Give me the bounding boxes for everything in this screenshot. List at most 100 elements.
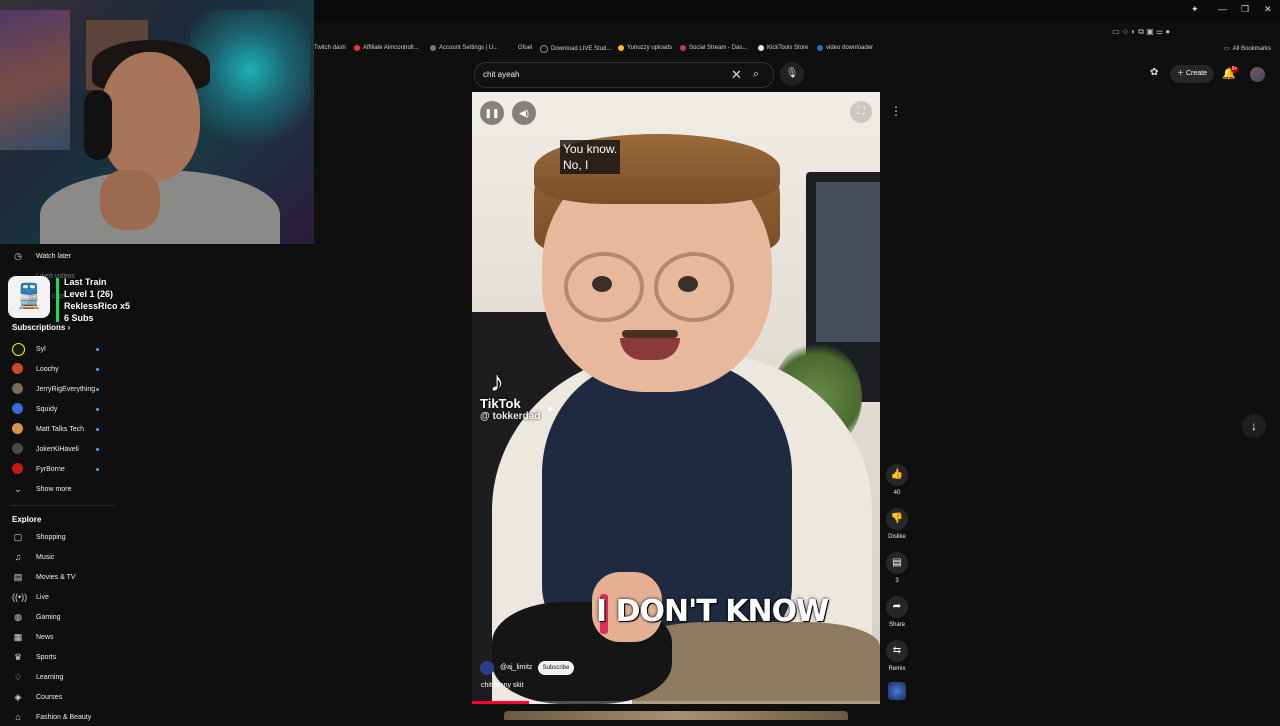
notification-badge: 9+ (1231, 66, 1238, 73)
channel-avatar (12, 383, 23, 394)
volume-icon[interactable]: ◀) (512, 101, 536, 125)
sidebar-item-music[interactable]: ♫ Music (0, 548, 120, 566)
browser-toolbar-icons[interactable]: ▭ ☆ ◐ ⧉ ▣ ⚌ ● (1112, 27, 1170, 37)
new-content-dot (96, 368, 99, 371)
channel-avatar[interactable] (480, 661, 494, 675)
sidebar-item-fashion[interactable]: ⌂ Fashion & Beauty (0, 708, 120, 726)
bookmark-item[interactable]: Account Settings | U... (430, 45, 498, 51)
chevron-down-icon: ⌄ (14, 483, 22, 494)
audio-thumbnail[interactable] (888, 682, 906, 700)
bookmark-item[interactable]: KickTools Store (758, 45, 808, 51)
mouse-cursor-icon: ➤ (546, 404, 555, 415)
new-content-dot (96, 348, 99, 351)
user-avatar[interactable] (1250, 67, 1265, 82)
comment-icon: ▤ (886, 552, 908, 574)
extension-icon[interactable]: ✦ (1191, 4, 1199, 15)
sidebar-sub-item[interactable]: FyrBorne (0, 460, 120, 478)
bookmark-item[interactable]: video downloader (817, 45, 873, 51)
share-button[interactable]: ➦ Share (886, 596, 908, 628)
channel-avatar (12, 343, 25, 356)
more-options-icon[interactable]: ⋮ (890, 104, 902, 118)
studio-icon[interactable]: ✿ (1150, 67, 1158, 78)
channel-avatar (12, 403, 23, 414)
channel-name[interactable]: @aj_limitz (500, 664, 532, 671)
microphone-icon[interactable]: 🎙 (780, 62, 804, 86)
sidebar-item-live[interactable]: ((•)) Live (0, 588, 120, 606)
sidebar-sub-item[interactable]: Loochy (0, 360, 120, 378)
close-icon[interactable]: ✕ (1264, 4, 1272, 15)
subscriptions-heading[interactable]: Subscriptions › (12, 323, 70, 332)
bookmark-item[interactable]: Gfuel (518, 45, 532, 51)
thumbs-down-icon: 👎 (886, 508, 908, 530)
clapperboard-icon: ▤ (13, 571, 23, 582)
last-train-overlay: 🚆 Last Train Level 1 (26) ReklessRico x5… (4, 274, 134, 326)
restore-icon[interactable]: ❐ (1241, 4, 1249, 15)
webcam-feed (0, 0, 314, 244)
bookmark-item[interactable]: Social Stream - Das... (680, 45, 747, 51)
train-stats: Last Train Level 1 (26) ReklessRico x5 6… (64, 276, 130, 324)
sidebar-divider (10, 505, 114, 506)
newspaper-icon: ▦ (13, 631, 23, 642)
remix-button[interactable]: ⇆ Remix (886, 640, 908, 672)
like-count: 40 (893, 490, 901, 496)
new-content-dot (96, 428, 99, 431)
bookmark-item[interactable]: Affiliate Aimcontroll... (354, 45, 419, 51)
sidebar-item-movies[interactable]: ▤ Movies & TV (0, 568, 120, 586)
share-arrow-icon: ➦ (886, 596, 908, 618)
sidebar-sub-item[interactable]: JokerKiHaveli (0, 440, 120, 458)
like-button[interactable]: 👍 40 (886, 464, 908, 496)
sidebar-item-news[interactable]: ▦ News (0, 628, 120, 646)
channel-avatar (12, 463, 23, 474)
thumbs-up-icon: 👍 (886, 464, 908, 486)
all-bookmarks[interactable]: ▭ All Bookmarks (1224, 45, 1271, 53)
trophy-icon: ♛ (13, 651, 23, 662)
sidebar-item-courses[interactable]: ◈ Courses (0, 688, 120, 706)
video-big-caption: I DON'T KNOW (596, 594, 829, 629)
subscribe-button[interactable]: Subscribe (538, 661, 574, 675)
comment-count: 3 (895, 578, 899, 584)
fullscreen-icon[interactable]: ⛶ (850, 101, 872, 123)
next-short-preview[interactable] (504, 711, 848, 720)
live-broadcast-icon: ((•)) (12, 592, 28, 602)
sidebar-sub-item[interactable]: Syl (0, 340, 120, 358)
channel-avatar (12, 363, 23, 374)
channel-avatar (12, 423, 23, 434)
show-more-button[interactable]: ⌄ Show more (0, 480, 120, 498)
comments-button[interactable]: ▤ 3 (886, 552, 908, 584)
pause-button[interactable]: ❚❚ (480, 101, 504, 125)
video-progress-fill (472, 701, 529, 704)
video-caption: You know. No, I (560, 140, 621, 174)
bookmarks-bar: Twitch dash Affiliate Aimcontroll... Acc… (314, 42, 1280, 58)
train-level: Level 1 (26) (64, 289, 114, 299)
arrow-down-icon[interactable]: ↓ (1242, 414, 1266, 438)
bookmark-item[interactable]: Download LIVE Stud... (540, 45, 611, 53)
new-content-dot (96, 448, 99, 451)
video-progress-track[interactable] (472, 701, 880, 704)
new-content-dot (96, 388, 99, 391)
search-query: chit ayeah (483, 70, 520, 79)
shopping-bag-icon: ▢ (13, 531, 23, 542)
dislike-button[interactable]: 👎 Dislike (886, 508, 908, 540)
video-title[interactable]: chit funny skit (481, 682, 523, 689)
music-note-icon: ♫ (14, 552, 22, 562)
search-input[interactable]: chit ayeah ✕ ⌕ (474, 62, 774, 88)
train-icon: 🚆 (8, 276, 50, 318)
clock-icon: ◷ (14, 250, 22, 261)
sidebar-item-watch-later[interactable]: ◷ Watch later (0, 247, 120, 265)
sidebar-item-learning[interactable]: ♢ Learning (0, 668, 120, 686)
search-icon[interactable]: ⌕ (753, 68, 759, 81)
sidebar-item-shopping[interactable]: ▢ Shopping (0, 528, 120, 546)
clear-search-icon[interactable]: ✕ (731, 67, 742, 83)
lightbulb-icon: ♢ (13, 671, 23, 682)
bookmark-item[interactable]: Yunuzzy uploads (618, 45, 672, 51)
train-title: Last Train (64, 277, 107, 287)
sidebar-item-gaming[interactable]: ◍ Gaming (0, 608, 120, 626)
create-button[interactable]: ＋ Create (1170, 65, 1214, 83)
sidebar-sub-item[interactable]: Matt Talks Tech (0, 420, 120, 438)
minimize-icon[interactable]: — (1218, 4, 1227, 14)
hanger-icon: ⌂ (15, 712, 21, 722)
sidebar-item-sports[interactable]: ♛ Sports (0, 648, 120, 666)
sidebar-sub-item[interactable]: JerryRigEverything (0, 380, 120, 398)
sidebar-sub-item[interactable]: Squidy (0, 400, 120, 418)
bookmark-item[interactable]: Twitch dash (314, 45, 346, 51)
